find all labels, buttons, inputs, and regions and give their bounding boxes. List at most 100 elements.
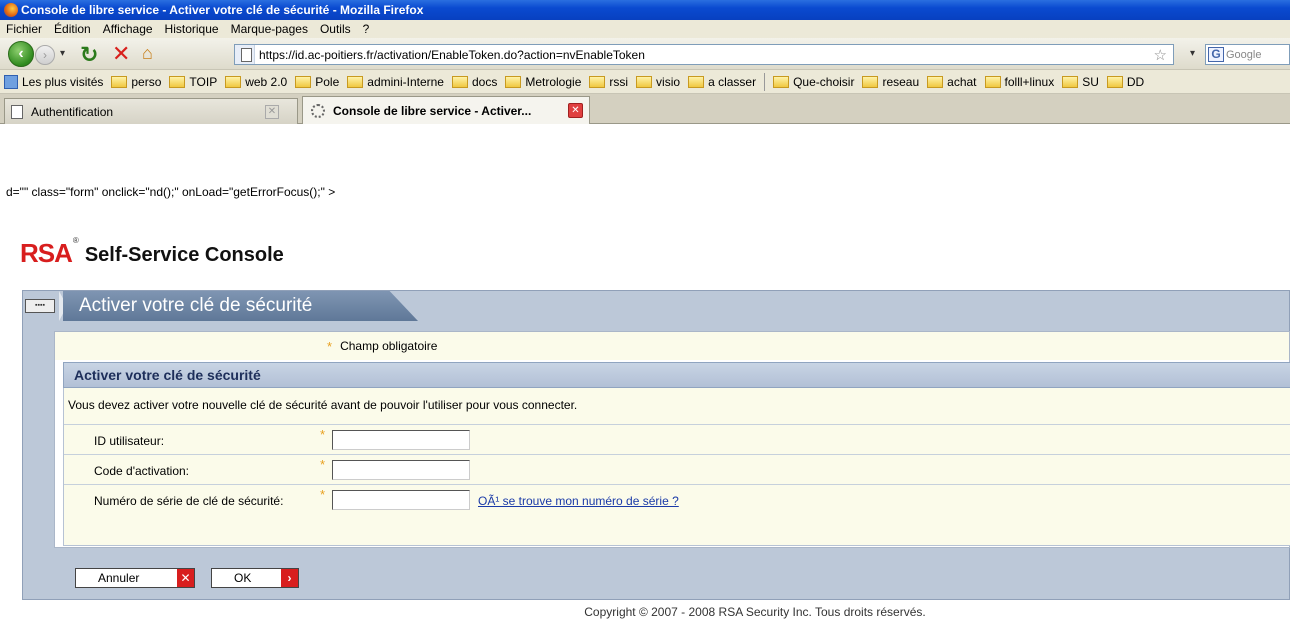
url-bar[interactable]: https://id.ac-poitiers.fr/activation/Ena… <box>234 44 1174 65</box>
panel-description: Vous devez activer votre nouvelle clé de… <box>68 398 578 412</box>
menu-marque-pages[interactable]: Marque-pages <box>231 22 308 36</box>
folder-icon <box>169 75 186 88</box>
bookmark-label: DD <box>1126 74 1145 89</box>
activation-code-input[interactable] <box>332 460 470 480</box>
required-star-icon: * <box>320 427 326 442</box>
bookmark-folder[interactable]: docs <box>451 74 498 89</box>
bookmark-label: folll+linux <box>1004 74 1055 89</box>
bookmark-label: visio <box>656 74 681 89</box>
stop-icon[interactable]: ✕ <box>112 41 130 67</box>
bookmark-label: achat <box>947 74 977 89</box>
required-star-icon: * <box>327 338 333 354</box>
cancel-button-label: Annuler <box>98 571 140 585</box>
bookmark-folder[interactable]: reseau <box>862 75 919 89</box>
folder-icon <box>295 75 312 88</box>
stray-markup-text: d="" class="form" onclick="nd();" onLoad… <box>6 185 336 199</box>
bookmark-star-icon[interactable]: ☆ <box>1154 46 1167 64</box>
search-box[interactable]: G Google <box>1205 44 1290 65</box>
bookmark-folder[interactable]: DD <box>1106 74 1145 89</box>
user-id-input[interactable] <box>332 430 470 450</box>
rsa-brand: RSA <box>20 238 73 268</box>
required-note-row: * Champ obligatoire <box>55 332 1289 360</box>
registered-mark: ® <box>72 236 79 245</box>
folder-icon <box>589 75 606 88</box>
menu-bar: Fichier Édition Affichage Historique Mar… <box>0 20 1290 38</box>
navigation-toolbar: ‹ › ▾ ↻ ✕ ⌂ https://id.ac-poitiers.fr/ac… <box>0 38 1290 70</box>
bookmark-label: rssi <box>609 74 629 89</box>
rsa-logo: RSA ® Self-Service Console <box>20 236 284 270</box>
serial-number-label: Numéro de série de clé de sécurité: <box>94 494 284 508</box>
bookmark-folder[interactable]: folll+linux <box>984 74 1055 89</box>
folder-icon <box>984 75 1001 88</box>
url-text: https://id.ac-poitiers.fr/activation/Ena… <box>259 47 645 62</box>
bookmarks-bar: Les plus visités perso TOIP web 2.0 Pole… <box>0 70 1290 94</box>
bookmark-folder[interactable]: admini-Interne <box>347 75 444 89</box>
bookmark-most-visited[interactable]: Les plus visités <box>4 74 103 89</box>
tab-console-active[interactable]: Console de libre service - Activer... ✕ <box>302 96 590 124</box>
keyboard-icon: ▪▪▪▪ <box>25 299 55 313</box>
bookmark-folder[interactable]: achat <box>927 74 977 89</box>
reload-icon[interactable]: ↻ <box>80 42 98 68</box>
required-star-icon: * <box>320 457 326 472</box>
home-icon[interactable]: ⌂ <box>142 43 153 64</box>
bookmark-folder[interactable]: visio <box>636 75 680 89</box>
bookmark-label: Que-choisir <box>793 74 855 89</box>
panel-body: Vous devez activer votre nouvelle clé de… <box>63 388 1290 546</box>
folder-icon <box>225 75 242 88</box>
bookmark-folder[interactable]: TOIP <box>169 75 217 89</box>
serial-number-input[interactable] <box>332 490 470 510</box>
window-titlebar: Console de libre service - Activer votre… <box>0 0 1290 20</box>
history-dropdown-icon[interactable]: ▾ <box>60 48 65 59</box>
bookmark-folder[interactable]: Metrologie <box>505 75 581 89</box>
bookmark-folder[interactable]: Que-choisir <box>773 75 854 89</box>
back-button[interactable]: ‹ <box>8 41 34 67</box>
page-icon <box>11 104 23 119</box>
bookmark-label: Metrologie <box>525 74 582 89</box>
cancel-button[interactable]: Annuler ✕ <box>75 568 195 588</box>
section-title: Activer votre clé de sécurité <box>79 295 313 316</box>
menu-help[interactable]: ? <box>363 22 370 36</box>
menu-outils[interactable]: Outils <box>320 22 351 36</box>
ok-button[interactable]: OK › <box>211 568 299 588</box>
field-row-user-id: ID utilisateur: * <box>64 424 1290 452</box>
bookmark-folder[interactable]: perso <box>111 75 161 89</box>
activation-code-label: Code d'activation: <box>94 464 190 478</box>
google-engine-icon[interactable]: G <box>1208 47 1224 62</box>
tab-authentification[interactable]: Authentification ✕ <box>4 98 298 124</box>
tab-close-icon[interactable]: ✕ <box>265 105 279 119</box>
bookmark-folder[interactable]: SU <box>1062 75 1099 89</box>
form-panel: * Champ obligatoire Activer votre clé de… <box>54 331 1290 548</box>
bookmark-folder[interactable]: rssi <box>589 75 628 89</box>
url-dropdown-icon[interactable]: ▾ <box>1190 48 1195 59</box>
tab-label: Console de libre service - Activer... <box>333 103 532 118</box>
folder-icon <box>636 75 653 88</box>
bookmark-label: Pole <box>315 74 340 89</box>
bookmark-folder[interactable]: web 2.0 <box>225 75 287 89</box>
bookmark-label: docs <box>471 74 498 89</box>
bookmark-label: web 2.0 <box>245 74 288 89</box>
bookmark-folder[interactable]: a classer <box>688 75 756 89</box>
console-title: Self-Service Console <box>84 244 284 266</box>
serial-number-help-link[interactable]: OÃ¹ se trouve mon numéro de série ? <box>478 494 679 508</box>
menu-historique[interactable]: Historique <box>165 22 219 36</box>
menu-affichage[interactable]: Affichage <box>103 22 153 36</box>
folder-icon <box>505 75 522 88</box>
folder-icon <box>688 75 705 88</box>
menu-edition[interactable]: Édition <box>54 22 91 36</box>
menu-fichier[interactable]: Fichier <box>6 22 42 36</box>
bookmark-folder[interactable]: Pole <box>295 75 339 89</box>
field-row-serial-number: Numéro de série de clé de sécurité: * OÃ… <box>64 484 1290 512</box>
folder-icon <box>451 75 468 88</box>
folder-icon <box>1062 75 1079 88</box>
tab-label: Authentification <box>31 104 114 119</box>
tab-close-icon[interactable]: ✕ <box>568 103 583 118</box>
form-shell: ▪▪▪▪ Activer votre clé de sécurité * Cha… <box>22 290 1290 600</box>
user-id-label: ID utilisateur: <box>94 434 165 448</box>
folder-icon <box>111 75 128 88</box>
loading-icon <box>311 103 325 118</box>
forward-button[interactable]: › <box>35 45 55 65</box>
field-row-activation-code: Code d'activation: * <box>64 454 1290 482</box>
panel-header: Activer votre clé de sécurité <box>63 362 1290 388</box>
bookmark-label: a classer <box>708 74 757 89</box>
cancel-x-icon: ✕ <box>177 569 194 587</box>
